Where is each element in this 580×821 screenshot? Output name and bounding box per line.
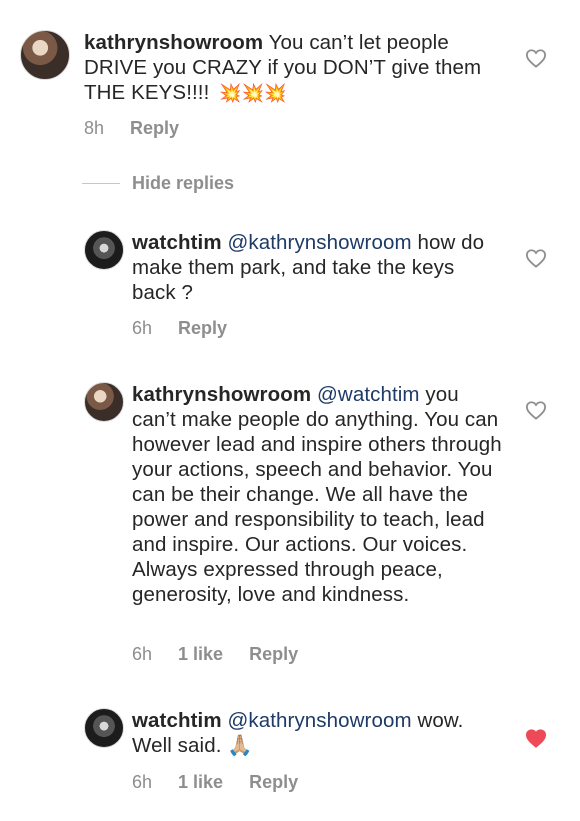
username[interactable]: watchtim bbox=[132, 231, 222, 254]
reply-button[interactable]: Reply bbox=[249, 772, 298, 793]
comment-meta: 6h 1 like Reply bbox=[132, 772, 298, 793]
avatar[interactable] bbox=[84, 382, 124, 422]
mention-link[interactable]: @watchtim bbox=[317, 383, 420, 406]
praying-hands-emoji-icon: 🙏🏼 bbox=[227, 734, 253, 757]
heart-filled-icon[interactable] bbox=[525, 728, 547, 748]
username[interactable]: kathrynshowroom bbox=[84, 31, 263, 54]
username[interactable]: watchtim bbox=[132, 709, 222, 732]
likes-count[interactable]: 1 like bbox=[178, 772, 223, 793]
comment-meta: 6h 1 like Reply bbox=[132, 644, 298, 665]
avatar[interactable] bbox=[20, 30, 70, 80]
comment-text: kathrynshowroom @watchtim you can’t make… bbox=[132, 382, 504, 607]
divider bbox=[82, 183, 120, 184]
timestamp: 6h bbox=[132, 318, 153, 338]
avatar[interactable] bbox=[84, 708, 124, 748]
comment-text: kathrynshowroom You can’t let people DRI… bbox=[84, 30, 484, 106]
reply-button[interactable]: Reply bbox=[130, 118, 179, 139]
heart-icon[interactable] bbox=[525, 248, 547, 268]
timestamp: 6h bbox=[132, 644, 153, 664]
mention-link[interactable]: @kathrynshowroom bbox=[227, 709, 411, 732]
reply-button[interactable]: Reply bbox=[178, 318, 227, 339]
username[interactable]: kathrynshowroom bbox=[132, 383, 311, 406]
comment-text: watchtim @kathrynshowroom wow. Well said… bbox=[132, 708, 504, 758]
mention-link[interactable]: @kathrynshowroom bbox=[227, 231, 411, 254]
heart-icon[interactable] bbox=[525, 48, 547, 68]
hide-replies-label: Hide replies bbox=[132, 173, 235, 193]
hide-replies-button[interactable]: Hide replies bbox=[82, 173, 234, 194]
comment-meta: 8h Reply bbox=[84, 118, 179, 139]
comment-meta: 6h Reply bbox=[132, 318, 227, 339]
timestamp: 6h bbox=[132, 772, 153, 792]
likes-count[interactable]: 1 like bbox=[178, 644, 223, 665]
collision-emoji-icon: 💥💥💥 bbox=[219, 83, 287, 103]
timestamp: 8h bbox=[84, 118, 105, 138]
avatar[interactable] bbox=[84, 230, 124, 270]
reply-button[interactable]: Reply bbox=[249, 644, 298, 665]
comment-body: you can’t make people do anything. You c… bbox=[132, 383, 502, 606]
comment-text: watchtim @kathrynshowroom how do make th… bbox=[132, 230, 492, 305]
heart-icon[interactable] bbox=[525, 400, 547, 420]
